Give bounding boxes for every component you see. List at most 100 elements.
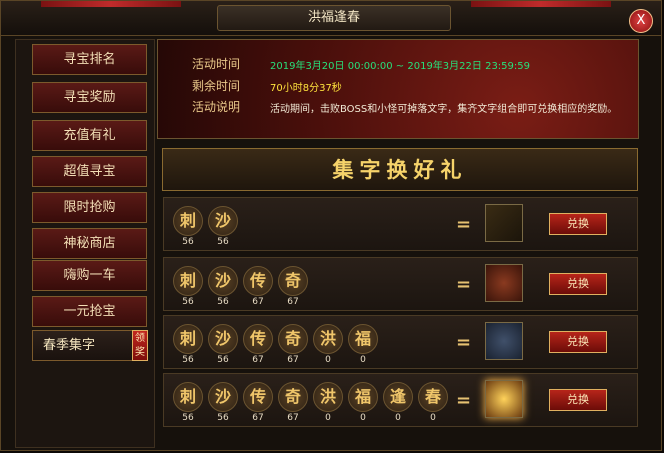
word-token: 洪0 <box>312 382 344 424</box>
word-glyph: 传 <box>243 382 273 412</box>
word-glyph: 春 <box>418 382 448 412</box>
word-glyph: 刺 <box>173 324 203 354</box>
claim-badge[interactable]: 领奖 <box>132 330 148 361</box>
word-count: 0 <box>325 413 331 423</box>
word-count: 67 <box>252 355 264 365</box>
redeem-button[interactable]: 兑换 <box>549 213 607 235</box>
word-glyph: 奇 <box>278 382 308 412</box>
sidebar: 寻宝排名 寻宝奖励 充值有礼 超值寻宝 限时抢购 神秘商店 嗨购一车 一元抢宝 … <box>15 39 155 448</box>
close-icon[interactable]: X <box>629 9 653 33</box>
word-token: 洪0 <box>312 324 344 366</box>
section-header: 集字换好礼 <box>162 148 638 191</box>
section-title: 集字换好礼 <box>332 157 468 182</box>
word-count: 56 <box>217 413 229 423</box>
word-count: 0 <box>430 413 436 423</box>
word-count: 56 <box>217 355 229 365</box>
word-glyph: 刺 <box>173 266 203 296</box>
main-panel: 活动时间 2019年3月20日 00:00:00 ~ 2019年3月22日 23… <box>157 39 654 446</box>
equals-icon: = <box>456 274 472 295</box>
word-token: 奇 67 <box>277 266 309 308</box>
title-bar[interactable]: 洪福逢春 X <box>1 1 661 36</box>
word-token: 传 67 <box>242 266 274 308</box>
word-count: 0 <box>360 355 366 365</box>
sidebar-item-shopping-cart[interactable]: 嗨购一车 <box>32 260 147 291</box>
remain-label: 剩余时间 <box>192 79 241 93</box>
time-value: 2019年3月20日 00:00:00 ~ 2019年3月22日 23:59:5… <box>270 61 530 72</box>
word-glyph: 逢 <box>383 382 413 412</box>
redeem-button[interactable]: 兑换 <box>549 331 607 353</box>
sidebar-item-spring-collect[interactable]: 春季集字 领奖 <box>32 330 148 361</box>
exchange-row: 刺 56 沙 56 传 67 奇 67 洪 0 福 0 逢 0 春 0 = 兑换 <box>163 373 638 427</box>
word-count: 56 <box>182 355 194 365</box>
sidebar-item-label: 春季集字 <box>43 338 96 353</box>
word-token: 春0 <box>417 382 449 424</box>
equals-icon: = <box>456 332 472 353</box>
sidebar-item-treasure-ranking[interactable]: 寻宝排名 <box>32 44 147 75</box>
word-count: 67 <box>287 413 299 423</box>
word-count: 56 <box>182 237 194 247</box>
equals-icon: = <box>456 390 472 411</box>
sidebar-item-one-yuan[interactable]: 一元抢宝 <box>32 296 147 327</box>
word-glyph: 刺 <box>173 206 203 236</box>
word-glyph: 传 <box>243 266 273 296</box>
word-glyph: 洪 <box>313 382 343 412</box>
desc-value: 活动期间，击败BOSS和小怪可掉落文字，集齐文字组合即可兑换相应的奖励。 <box>270 104 618 115</box>
sidebar-item-flash-sale[interactable]: 限时抢购 <box>32 192 147 223</box>
title-decoration-right <box>471 1 611 7</box>
sidebar-item-value-treasure[interactable]: 超值寻宝 <box>32 156 147 187</box>
word-glyph: 奇 <box>278 324 308 354</box>
sidebar-item-treasure-reward[interactable]: 寻宝奖励 <box>32 82 147 113</box>
word-count: 56 <box>217 297 229 307</box>
word-count: 56 <box>182 297 194 307</box>
word-glyph: 沙 <box>208 382 238 412</box>
word-count: 67 <box>287 355 299 365</box>
word-glyph: 奇 <box>278 266 308 296</box>
desc-label: 活动说明 <box>192 100 241 114</box>
word-token: 奇 67 <box>277 324 309 366</box>
time-label: 活动时间 <box>192 57 241 71</box>
sidebar-item-recharge-gift[interactable]: 充值有礼 <box>32 120 147 151</box>
word-token: 福0 <box>347 324 379 366</box>
exchange-row: 刺 56 沙 56 = 兑换 <box>163 197 638 251</box>
red-chest-icon[interactable] <box>485 264 523 302</box>
word-token: 福0 <box>347 382 379 424</box>
word-token: 沙 56 <box>207 206 239 248</box>
gold-bar-icon[interactable] <box>485 204 523 242</box>
word-glyph: 沙 <box>208 206 238 236</box>
word-count: 67 <box>252 297 264 307</box>
word-token: 传 67 <box>242 324 274 366</box>
word-glyph: 刺 <box>173 382 203 412</box>
word-count: 56 <box>217 237 229 247</box>
glowing-chest-icon[interactable] <box>485 380 523 418</box>
word-glyph: 沙 <box>208 266 238 296</box>
word-count: 67 <box>287 297 299 307</box>
window-title: 洪福逢春 <box>217 5 451 31</box>
word-token: 沙 56 <box>207 382 239 424</box>
word-count: 0 <box>325 355 331 365</box>
equals-icon: = <box>456 214 472 235</box>
word-count: 67 <box>252 413 264 423</box>
title-decoration-left <box>41 1 181 7</box>
word-token: 沙 56 <box>207 324 239 366</box>
word-count: 0 <box>395 413 401 423</box>
word-token: 刺 56 <box>172 206 204 248</box>
word-token: 逢0 <box>382 382 414 424</box>
word-token: 刺 56 <box>172 324 204 366</box>
word-glyph: 洪 <box>313 324 343 354</box>
exchange-row: 刺 56 沙 56 传 67 奇 67 = 兑换 <box>163 257 638 311</box>
word-token: 奇 67 <box>277 382 309 424</box>
word-glyph: 福 <box>348 382 378 412</box>
event-banner: 活动时间 2019年3月20日 00:00:00 ~ 2019年3月22日 23… <box>157 39 639 139</box>
word-count: 0 <box>360 413 366 423</box>
word-glyph: 传 <box>243 324 273 354</box>
sidebar-item-mystery-shop[interactable]: 神秘商店 <box>32 228 147 259</box>
exchange-row: 刺 56 沙 56 传 67 奇 67 洪 0 福 0 = 兑换 <box>163 315 638 369</box>
blue-chest-icon[interactable] <box>485 322 523 360</box>
redeem-button[interactable]: 兑换 <box>549 273 607 295</box>
word-count: 56 <box>182 413 194 423</box>
word-token: 刺 56 <box>172 382 204 424</box>
redeem-button[interactable]: 兑换 <box>549 389 607 411</box>
word-glyph: 沙 <box>208 324 238 354</box>
word-token: 刺 56 <box>172 266 204 308</box>
word-token: 传 67 <box>242 382 274 424</box>
